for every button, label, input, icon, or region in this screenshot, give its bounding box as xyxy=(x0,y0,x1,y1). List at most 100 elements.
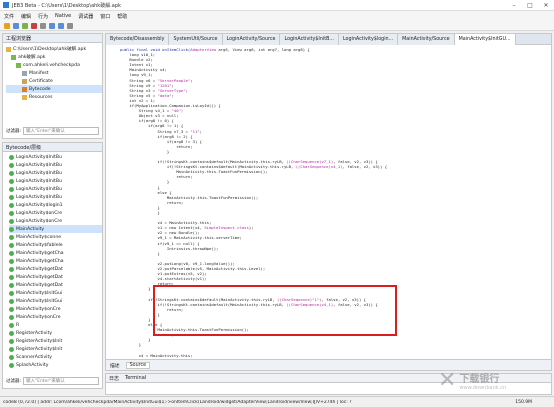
navigate-forward-icon[interactable] xyxy=(58,22,64,29)
project-explorer-panel: 工程浏览器 C:\Users\1\Desktop\ahk破解.apk ahk破解… xyxy=(2,33,103,139)
menu-edit[interactable]: 编辑 xyxy=(21,13,31,20)
menu-file[interactable]: 文件 xyxy=(4,13,14,20)
class-node-label: ScannerActivity xyxy=(16,354,52,360)
tab-loginactivity-source[interactable]: LoginActivity/Source xyxy=(222,34,281,45)
menu-window[interactable]: 窗口 xyxy=(100,13,110,20)
class-node[interactable]: R xyxy=(9,321,102,329)
tab-label: MainActivity/Source xyxy=(402,37,450,42)
class-node[interactable]: MainActivity$getDat xyxy=(9,281,102,289)
editor-panel: Bytecode/Disassembly SystemUtil/Source L… xyxy=(105,33,552,371)
tab-project-explorer[interactable]: 工程浏览器 xyxy=(3,34,102,43)
tab-log[interactable]: 日志 xyxy=(109,375,119,382)
maximize-button[interactable]: □ xyxy=(522,0,538,11)
class-node-label: MainActivity xyxy=(16,226,45,232)
menu-native[interactable]: Native xyxy=(55,13,71,19)
code-token: arg5, View arg6, int arg7, long arg8) { xyxy=(216,47,310,52)
class-node[interactable]: RegisterActivity$Init xyxy=(9,337,102,345)
editor-tab-bar: Bytecode/Disassembly SystemUtil/Source L… xyxy=(106,34,551,45)
minimize-button[interactable]: – xyxy=(506,0,522,11)
tab-loginactivity-initb[interactable]: LoginActivity$InitB... xyxy=(280,34,339,45)
code-token: } xyxy=(120,210,160,215)
class-icon xyxy=(9,210,14,216)
tab-description[interactable]: 描述 xyxy=(110,362,120,369)
class-node-label: MainActivity$conne xyxy=(16,234,62,240)
settings-icon[interactable] xyxy=(40,22,46,29)
tree-node-package[interactable]: com.ahkeli.vehcheckpda xyxy=(6,61,102,69)
class-node[interactable]: LoginActivity$InitBu xyxy=(9,153,102,161)
class-icon xyxy=(9,226,14,232)
stop-icon[interactable] xyxy=(31,22,37,29)
class-node[interactable]: LoginActivity$onCre xyxy=(9,217,102,225)
class-node[interactable]: LoginActivity$InitBu xyxy=(9,193,102,201)
class-icon xyxy=(9,258,14,264)
code-token: "data" xyxy=(157,92,172,98)
class-node[interactable]: MainActivity$InitGui xyxy=(9,297,102,305)
class-node[interactable]: LoginActivity$InitBu xyxy=(9,177,102,185)
class-node[interactable]: RegisterActivity$Init xyxy=(9,345,102,353)
class-node[interactable]: MainActivity$onCre xyxy=(9,313,102,321)
apk-icon xyxy=(11,54,16,60)
code-view[interactable]: public final void onItemClick(AdapterVie… xyxy=(106,45,551,358)
run-icon[interactable] xyxy=(22,22,28,29)
hierarchy-panel: Bytecode/层级 LoginActivity$InitBu LoginAc… xyxy=(2,142,103,389)
tab-source[interactable]: Source xyxy=(125,361,151,369)
class-node-label: LoginActivity$InitBu xyxy=(16,194,62,200)
class-node[interactable]: MainActivity$fablele xyxy=(9,241,102,249)
save-icon[interactable] xyxy=(13,22,19,29)
tab-systemutil-source[interactable]: SystemUtil/Source xyxy=(169,34,223,45)
window-title: JEB3 Beta - C:\Users\1\Desktop\ahk破解.apk xyxy=(12,2,121,9)
tab-terminal[interactable]: Terminal xyxy=(125,375,146,381)
tab-mainactivity-initgui[interactable]: MainActivity$InitGU... xyxy=(454,34,516,45)
class-node[interactable]: LoginActivity$InitBu xyxy=(9,169,102,177)
class-node[interactable]: LoginActivity$InitBu xyxy=(9,161,102,169)
class-node[interactable]: MainActivity$getDat xyxy=(9,273,102,281)
menu-action[interactable]: 行为 xyxy=(38,13,48,20)
class-node[interactable]: MainActivity$getCha xyxy=(9,257,102,265)
hierarchy-filter-input[interactable]: 输入"Enter"来确认 xyxy=(23,377,99,385)
class-icon xyxy=(9,202,14,208)
class-node-label: LoginActivity$login1 xyxy=(16,202,63,208)
class-node-selected[interactable]: MainActivity xyxy=(9,225,102,233)
tree-node-bytecode[interactable]: Bytecode xyxy=(6,85,102,93)
tree-node-apk[interactable]: ahk破解.apk xyxy=(6,53,102,61)
class-icon xyxy=(9,266,14,272)
close-button[interactable]: ✕ xyxy=(538,0,554,11)
class-node[interactable]: SplashActivity xyxy=(9,361,102,369)
tree-node-certificate[interactable]: Certificate xyxy=(6,77,102,85)
project-filter-input[interactable]: 输入"Enter"来确认 xyxy=(23,127,99,135)
class-node[interactable]: MainActivity$conne xyxy=(9,233,102,241)
class-node[interactable]: MainActivity$getDat xyxy=(9,265,102,273)
folder-icon xyxy=(6,46,11,52)
project-explorer-tab-label: 工程浏览器 xyxy=(6,35,32,42)
tab-bytecode-disassembly[interactable]: Bytecode/Disassembly xyxy=(106,34,170,45)
class-node[interactable]: LoginActivity$login1 xyxy=(9,201,102,209)
class-node[interactable]: LoginActivity$InitBu xyxy=(9,185,102,193)
menu-debugger[interactable]: 调试器 xyxy=(78,13,93,20)
class-icon xyxy=(9,242,14,248)
filter-label: 过滤器: xyxy=(6,379,22,384)
menu-help[interactable]: 帮助 xyxy=(117,13,127,20)
class-node-label: MainActivity$getCha xyxy=(16,258,64,264)
class-node[interactable]: RegisterActivity xyxy=(9,329,102,337)
search-icon[interactable] xyxy=(67,22,73,29)
class-node[interactable]: MainActivity$onCre xyxy=(9,305,102,313)
class-icon xyxy=(9,234,14,240)
open-file-icon[interactable] xyxy=(4,22,10,29)
tab-loginactivity-login[interactable]: LoginActivity$login... xyxy=(338,34,399,45)
class-icon xyxy=(9,346,14,352)
tab-label: LoginActivity/Source xyxy=(226,37,276,42)
class-node[interactable]: MainActivity$InitGui xyxy=(9,289,102,297)
tab-mainactivity-source[interactable]: MainActivity/Source xyxy=(398,34,455,45)
navigate-back-icon[interactable] xyxy=(49,22,55,29)
class-node[interactable]: MainActivity$getCha xyxy=(9,249,102,257)
tree-node-resources[interactable]: Resources xyxy=(6,93,102,101)
class-icon xyxy=(9,322,14,328)
class-node[interactable]: LoginActivity$onCre xyxy=(9,209,102,217)
code-token: SimpleInspect.class xyxy=(204,225,249,231)
class-node[interactable]: ScannerActivity xyxy=(9,353,102,361)
class-icon xyxy=(9,314,14,320)
tab-bytecode-hierarchy[interactable]: Bytecode/层级 xyxy=(3,143,102,152)
tree-node-path[interactable]: C:\Users\1\Desktop\ahk破解.apk xyxy=(6,45,102,53)
tree-node-manifest[interactable]: Manifest xyxy=(6,69,102,77)
class-node-label: MainActivity$getDat xyxy=(16,274,63,280)
